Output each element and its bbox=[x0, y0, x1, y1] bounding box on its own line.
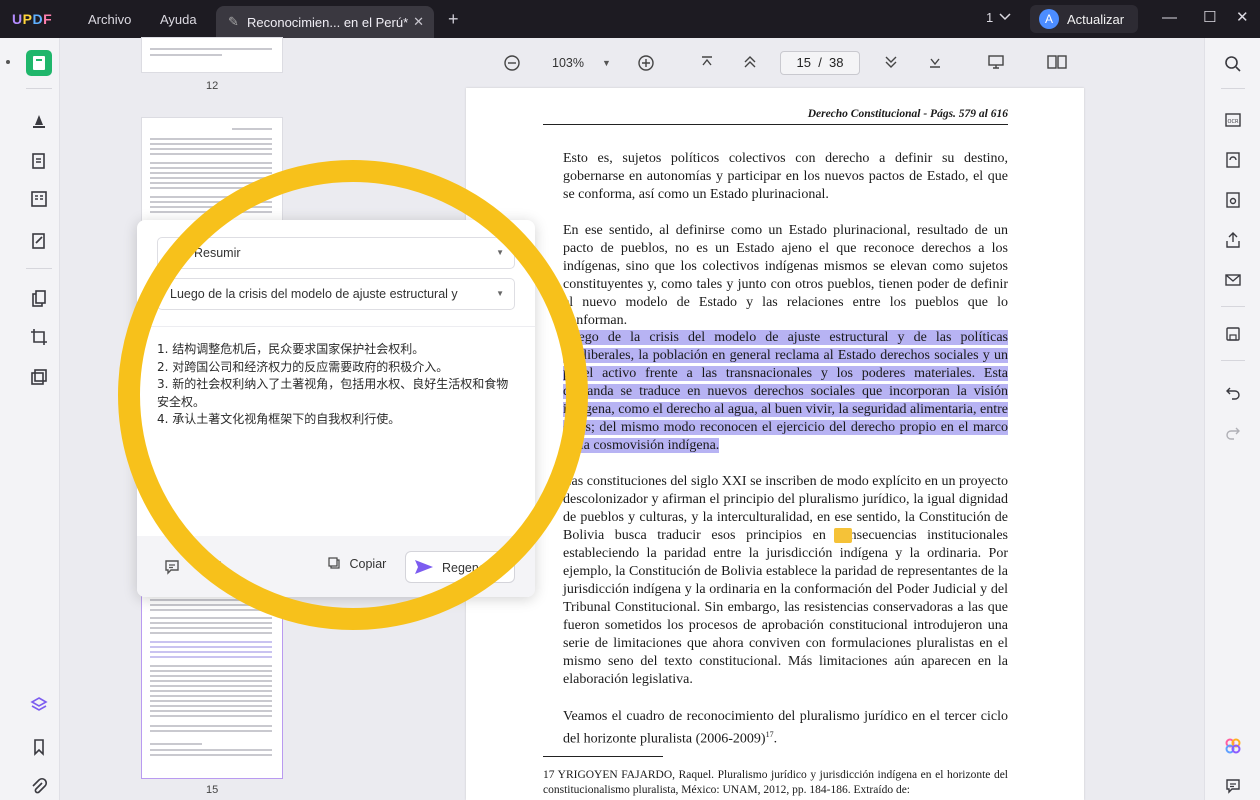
update-label: Actualizar bbox=[1067, 12, 1125, 27]
mode-select-value: Resumir bbox=[194, 246, 241, 260]
previous-page-icon[interactable] bbox=[742, 54, 758, 73]
zoom-dropdown-icon[interactable]: ▼ bbox=[602, 58, 611, 68]
page-layout-icon[interactable] bbox=[1047, 54, 1067, 73]
update-button[interactable]: A Actualizar bbox=[1030, 5, 1138, 33]
comment-icon[interactable] bbox=[1221, 774, 1245, 798]
toolbar-divider bbox=[1221, 360, 1245, 361]
search-icon[interactable] bbox=[1221, 52, 1245, 76]
chevron-down-icon: ▼ bbox=[496, 289, 504, 298]
zoom-level[interactable]: 103% bbox=[552, 56, 584, 70]
bookmark-icon[interactable] bbox=[26, 734, 52, 760]
paragraph-4: Las constituciones del siglo XXI se insc… bbox=[563, 474, 1008, 687]
active-indicator bbox=[6, 60, 10, 64]
share-icon[interactable] bbox=[1221, 228, 1245, 252]
save-icon[interactable] bbox=[1221, 322, 1245, 346]
close-window-icon[interactable]: ✕ bbox=[1236, 8, 1249, 26]
chevron-down-icon[interactable] bbox=[998, 9, 1012, 26]
comment-note-icon[interactable] bbox=[834, 528, 852, 543]
send-icon bbox=[414, 558, 434, 581]
tools-icon[interactable] bbox=[26, 364, 52, 390]
ai-assistant-icon[interactable] bbox=[1221, 734, 1245, 758]
ocr-icon[interactable]: OCR bbox=[1221, 108, 1245, 132]
paragraph-5: Veamos el cuadro de reconocimiento del p… bbox=[563, 709, 1008, 747]
email-icon[interactable] bbox=[1221, 268, 1245, 292]
summarize-popup: Resumir ▼ Luego de la crisis del modelo … bbox=[137, 220, 535, 597]
chevron-down-icon: ▼ bbox=[496, 248, 504, 257]
paragraph-2: En ese sentido, al definirse como un Est… bbox=[563, 223, 1008, 328]
new-tab-icon[interactable]: + bbox=[448, 9, 459, 30]
toolbar-divider bbox=[1221, 306, 1245, 307]
footnote-rule bbox=[543, 756, 663, 757]
organize-pages-icon[interactable] bbox=[26, 286, 52, 312]
crop-icon[interactable] bbox=[26, 324, 52, 350]
highlighter-icon[interactable] bbox=[26, 108, 52, 134]
page-number-15: 15 bbox=[206, 784, 219, 796]
edit-icon: ✎ bbox=[228, 14, 239, 29]
maximize-icon[interactable]: ☐ bbox=[1203, 8, 1216, 26]
redo-icon[interactable] bbox=[1221, 420, 1245, 444]
presentation-icon[interactable] bbox=[987, 54, 1005, 73]
sign-icon[interactable] bbox=[26, 228, 52, 254]
zoom-out-icon[interactable] bbox=[503, 54, 521, 75]
summary-line: 4. 承认土著文化视角框架下的自我权利行使。 bbox=[157, 412, 401, 426]
page-number-input[interactable]: 15 / 38 bbox=[780, 51, 860, 75]
mode-select[interactable]: Resumir ▼ bbox=[157, 237, 515, 269]
zoom-in-icon[interactable] bbox=[637, 54, 655, 75]
reader-tool-icon[interactable] bbox=[26, 50, 52, 76]
undo-icon[interactable] bbox=[1221, 380, 1245, 404]
toolbar-divider bbox=[26, 88, 52, 89]
footnote: 17 YRIGOYEN FAJARDO, Raquel. Pluralismo … bbox=[543, 769, 1008, 796]
left-toolbar bbox=[0, 38, 60, 800]
menu-help[interactable]: Ayuda bbox=[160, 12, 197, 27]
summary-result: 1. 结构调整危机后，民众要求国家保护社会权利。 2. 对跨国公司和经济权力的反… bbox=[137, 326, 535, 536]
summary-line: 2. 对跨国公司和经济权力的反应需要政府的积极介入。 bbox=[157, 359, 449, 374]
minimize-icon[interactable]: — bbox=[1162, 9, 1177, 26]
summary-line: 3. 新的社会权利纳入了土著视角，包括用水权、良好生活权和食物安全权。 bbox=[157, 377, 509, 409]
paragraph-3-highlighted[interactable]: Luego de la crisis del modelo de ajuste … bbox=[563, 329, 1008, 455]
add-note-icon[interactable] bbox=[163, 558, 181, 581]
title-bar: UPDF Archivo Ayuda ✎ Reconocimien... en … bbox=[0, 0, 1260, 38]
page-thumbnail-12[interactable] bbox=[142, 38, 282, 72]
running-head: Derecho Constitucional - Págs. 579 al 61… bbox=[807, 108, 1008, 120]
tab-title: Reconocimien... en el Perú* bbox=[247, 15, 409, 30]
toolbar-divider bbox=[1221, 88, 1245, 89]
copy-button[interactable]: Copiar bbox=[327, 556, 386, 571]
summary-line: 1. 结构调整危机后，民众要求国家保护社会权利。 bbox=[157, 342, 425, 356]
attachment-icon[interactable] bbox=[26, 774, 52, 800]
pdf-page[interactable]: Derecho Constitucional - Págs. 579 al 61… bbox=[466, 88, 1084, 800]
avatar: A bbox=[1039, 9, 1059, 29]
page-thumbnail-15[interactable] bbox=[142, 593, 282, 778]
header-rule bbox=[543, 124, 1008, 125]
first-page-icon[interactable] bbox=[699, 54, 715, 73]
document-tab[interactable]: ✎ Reconocimien... en el Perú* ✕ bbox=[216, 6, 434, 38]
last-page-icon[interactable] bbox=[927, 54, 943, 73]
text-highlight[interactable]: Luego de la crisis del modelo de ajuste … bbox=[563, 330, 1008, 453]
copy-icon bbox=[328, 557, 340, 569]
regenerate-button[interactable]: Regenerar bbox=[405, 551, 515, 583]
popup-footer: Copiar Regenerar bbox=[137, 536, 535, 597]
layers-icon[interactable] bbox=[26, 692, 52, 718]
page-number-12: 12 bbox=[206, 80, 219, 92]
window-count[interactable]: 1 bbox=[986, 10, 993, 25]
paragraph-1: Esto es, sujetos políticos colectivos co… bbox=[563, 151, 1008, 202]
close-tab-icon[interactable]: ✕ bbox=[413, 14, 424, 30]
source-text-value: Luego de la crisis del modelo de ajuste … bbox=[170, 287, 458, 301]
insert-text-icon[interactable] bbox=[205, 558, 223, 581]
right-toolbar: OCR bbox=[1204, 38, 1260, 800]
viewer-toolbar: 103% ▼ 15 / 38 bbox=[366, 38, 1204, 88]
form-icon[interactable] bbox=[26, 186, 52, 212]
edit-pdf-icon[interactable] bbox=[26, 148, 52, 174]
app-logo: UPDF bbox=[12, 11, 53, 27]
next-page-icon[interactable] bbox=[883, 54, 899, 73]
toolbar-divider bbox=[26, 268, 52, 269]
menu-file[interactable]: Archivo bbox=[88, 12, 131, 27]
source-text-select[interactable]: Luego de la crisis del modelo de ajuste … bbox=[157, 278, 515, 310]
protect-icon[interactable] bbox=[1221, 188, 1245, 212]
convert-icon[interactable] bbox=[1221, 148, 1245, 172]
svg-text:OCR: OCR bbox=[1228, 119, 1239, 125]
